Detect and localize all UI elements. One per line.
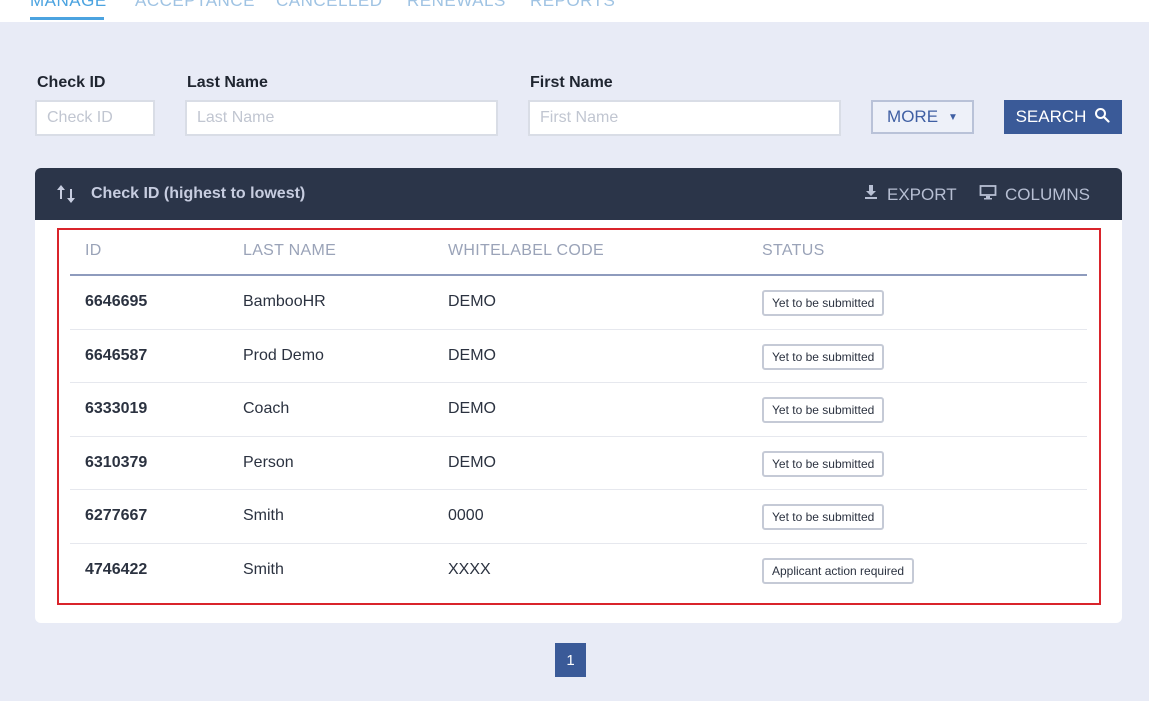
table-row[interactable]: 6277667 Smith 0000 Yet to be submitted [70, 490, 1087, 544]
row-id[interactable]: 6333019 [85, 400, 147, 418]
status-badge: Yet to be submitted [762, 504, 885, 530]
check-id-input[interactable] [35, 100, 155, 136]
table-row[interactable]: 6310379 Person DEMO Yet to be submitted [70, 437, 1087, 490]
status-badge: Yet to be submitted [762, 290, 885, 316]
search-button-label: SEARCH [1015, 107, 1087, 126]
active-tab-indicator [30, 17, 104, 20]
status-badge: Yet to be submitted [762, 343, 885, 370]
column-header-whitelabel-code[interactable]: WHITELABEL CODE [448, 242, 604, 260]
tab-manage[interactable]: MANAGE [30, 0, 107, 11]
last-name-input[interactable] [185, 100, 498, 136]
results-panel: Check ID (highest to lowest) EXPORT COLU… [35, 168, 1122, 623]
column-header-last-name[interactable]: LAST NAME [243, 242, 336, 260]
sort-arrows-icon[interactable] [55, 182, 79, 211]
row-whitelabel-code: DEMO [448, 346, 496, 364]
caret-down-icon: ▼ [948, 111, 958, 123]
table-row[interactable]: 6333019 Coach DEMO Yet to be submitted [70, 383, 1087, 437]
last-name-label: Last Name [187, 74, 268, 91]
row-last-name: Person [243, 453, 294, 471]
top-tab-bar: MANAGE ACCEPTANCE CANCELLED RENEWALS REP… [0, 0, 1149, 22]
row-id[interactable]: 6646695 [85, 293, 147, 311]
row-whitelabel-code: DEMO [448, 293, 496, 310]
sort-order-label[interactable]: Check ID (highest to lowest) [91, 185, 305, 203]
tab-renewals[interactable]: RENEWALS [407, 0, 506, 11]
columns-button[interactable]: COLUMNS [979, 184, 1090, 205]
results-table: ID LAST NAME WHITELABEL CODE STATUS 6646… [70, 228, 1087, 597]
row-whitelabel-code: DEMO [448, 453, 496, 471]
row-last-name: Smith [243, 507, 284, 524]
table-row[interactable]: 6646695 BambooHR DEMO Yet to be submitte… [70, 276, 1087, 330]
tab-acceptance[interactable]: ACCEPTANCE [135, 0, 255, 11]
row-id[interactable]: 6277667 [85, 507, 147, 525]
export-label: EXPORT [887, 184, 957, 204]
row-last-name: BambooHR [243, 293, 326, 310]
row-id[interactable]: 4746422 [85, 561, 147, 579]
tab-reports[interactable]: REPORTS [530, 0, 615, 11]
first-name-input[interactable] [528, 100, 841, 136]
search-button[interactable]: SEARCH [1004, 100, 1122, 134]
tab-cancelled[interactable]: CANCELLED [276, 0, 383, 11]
row-id[interactable]: 6310379 [85, 454, 147, 472]
pagination-page-button[interactable]: 1 [555, 643, 586, 677]
row-whitelabel-code: XXXX [448, 560, 491, 578]
row-last-name: Prod Demo [243, 346, 324, 364]
column-header-id[interactable]: ID [85, 242, 102, 260]
search-icon [1094, 107, 1111, 128]
table-row[interactable]: 6646587 Prod Demo DEMO Yet to be submitt… [70, 330, 1087, 383]
status-badge: Applicant action required [762, 557, 915, 584]
first-name-label: First Name [530, 74, 613, 91]
export-button[interactable]: EXPORT [863, 184, 957, 205]
row-whitelabel-code: DEMO [448, 400, 496, 417]
status-badge: Yet to be submitted [762, 450, 885, 477]
status-badge: Yet to be submitted [762, 397, 885, 423]
row-last-name: Smith [243, 560, 284, 578]
row-last-name: Coach [243, 400, 290, 417]
more-button-label: MORE [887, 107, 939, 126]
check-id-label: Check ID [37, 74, 106, 91]
row-whitelabel-code: 0000 [448, 507, 484, 524]
table-header: ID LAST NAME WHITELABEL CODE STATUS [70, 228, 1087, 276]
results-toolbar: Check ID (highest to lowest) EXPORT COLU… [35, 168, 1122, 220]
more-filters-button[interactable]: MORE ▼ [871, 100, 974, 134]
columns-label: COLUMNS [1005, 184, 1091, 204]
monitor-icon [979, 184, 997, 205]
row-id[interactable]: 6646587 [85, 347, 147, 365]
download-icon [863, 184, 879, 205]
table-row[interactable]: 4746422 Smith XXXX Applicant action requ… [70, 544, 1087, 598]
column-header-status[interactable]: STATUS [762, 242, 825, 260]
